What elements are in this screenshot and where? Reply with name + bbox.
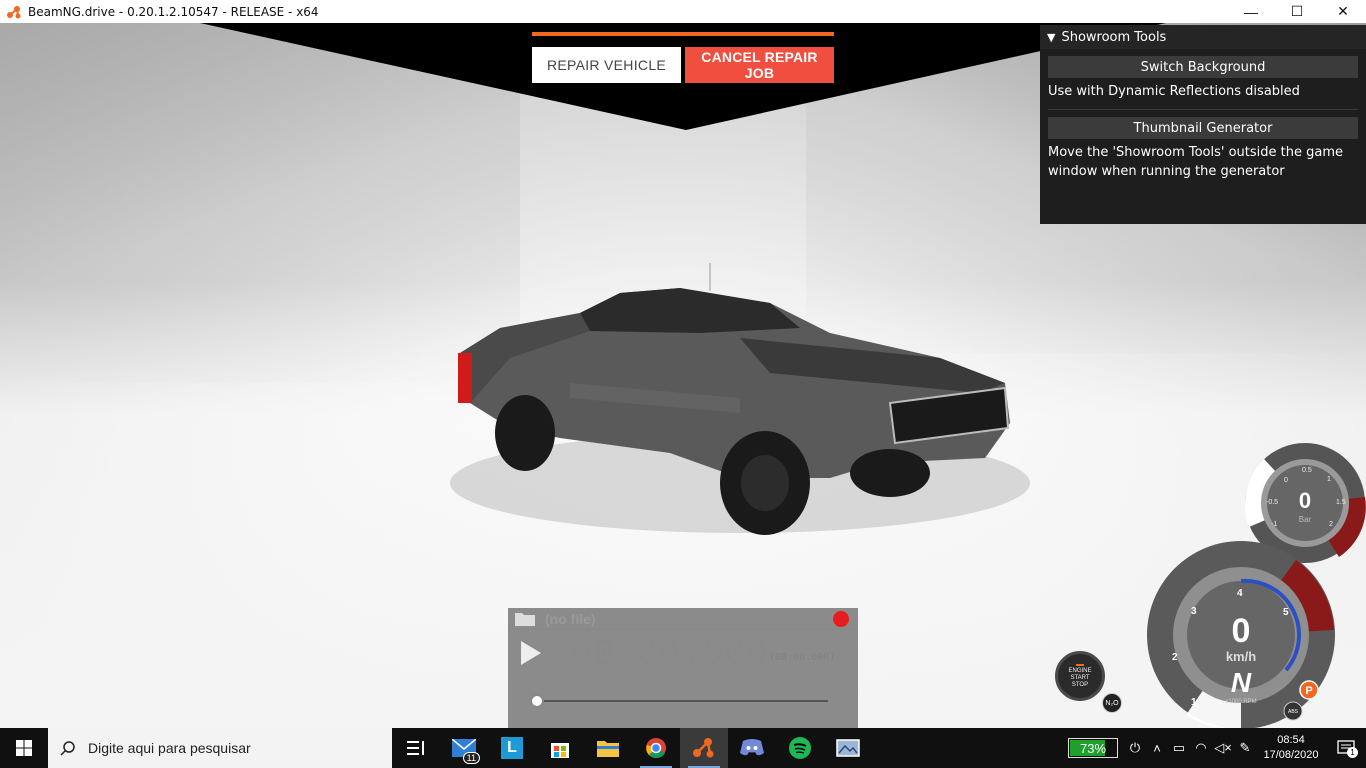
taskbar-chrome[interactable] [632,728,680,768]
taskbar-store[interactable] [536,728,584,768]
replay-seek-knob[interactable] [530,694,544,708]
boost-tick-05: 0.5 [1302,467,1312,474]
taskbar-launcher-l[interactable]: L [488,728,536,768]
taskbar-search-box[interactable]: Digite aqui para pesquisar [48,728,392,768]
showroom-tools-title: Showroom Tools [1061,29,1167,45]
power-plug-icon[interactable]: ⏻ [1124,740,1146,756]
speed-value: 0 [1232,612,1251,650]
showroom-tools-panel: ▼ Showroom Tools Switch Background Use w… [1040,25,1366,224]
taskbar-mail[interactable]: 11 [440,728,488,768]
abs-label: ABS [1288,709,1299,715]
windows-taskbar: Digite aqui para pesquisar 11 L 73% ⏻ ˄ [0,728,1366,768]
taskbar-spotify[interactable] [776,728,824,768]
replay-seek-track[interactable] [536,700,828,702]
stop-label: STOP [1071,681,1089,688]
rpm-tick-5: 5 [1283,607,1289,618]
clock[interactable]: 08:54 17/08/2020 [1256,733,1326,763]
taskbar-file-explorer[interactable] [584,728,632,768]
task-view-icon [407,741,424,755]
maximize-button[interactable]: ☐ [1274,0,1320,23]
boost-tick-0: 0 [1284,477,1288,484]
start-button[interactable] [0,728,48,768]
rpm-tick-3: 3 [1191,606,1197,617]
clock-time: 08:54 [1277,734,1305,746]
store-icon [551,743,569,758]
taskbar-discord[interactable] [728,728,776,768]
beamng-logo-icon [7,5,21,18]
mail-badge: 11 [462,752,480,764]
folder-icon [597,741,619,757]
collapse-triangle-icon[interactable]: ▼ [1047,31,1055,44]
pen-icon[interactable]: ✎ [1234,740,1256,756]
replay-time: 00:00.000 [572,632,769,671]
showroom-tools-header[interactable]: ▼ Showroom Tools [1040,25,1366,49]
clock-date: 17/08/2020 [1263,749,1319,761]
wifi-icon[interactable]: ◠ [1190,740,1212,756]
chrome-icon [646,738,666,759]
game-viewport[interactable]: REPAIR VEHICLE CANCEL REPAIR JOB ▼ Showr… [0,23,1366,728]
nitrous-label: N₂O [1105,699,1119,707]
engine-indicator [1076,663,1084,666]
vehicle-car[interactable] [440,263,1040,553]
engine-start-stop-button[interactable]: ENGINE START STOP [1055,651,1105,701]
replay-panel: (no file) 00:00.000 (00:00.000) [508,608,858,728]
boost-tick-15: 1.5 [1336,499,1346,506]
rpm-label: x1000 RPM [1225,699,1256,705]
rpm-tick-2: 2 [1172,652,1178,663]
switch-background-button[interactable]: Switch Background [1048,56,1358,78]
spotify-icon [789,737,811,759]
volume-muted-icon[interactable]: ◁× [1212,740,1234,756]
nitrous-icon: N₂O [1102,693,1122,713]
gear-indicator: N [1231,667,1252,698]
boost-tick-1: 1 [1327,476,1331,483]
divider [1048,109,1358,110]
turn-right-icon: ⇨ [1267,721,1279,728]
search-icon [60,741,75,756]
replay-time-total: (00:00.000) [769,652,836,663]
rpm-tick-4: 4 [1237,588,1243,599]
record-button[interactable] [833,611,849,627]
photos-icon [836,739,860,757]
speed-unit: km/h [1226,649,1256,664]
notification-center-icon[interactable]: 1 [1326,740,1366,758]
discord-icon [740,739,764,756]
repair-accent-bar [532,32,834,36]
minimize-button[interactable]: — [1228,0,1274,23]
boost-value: 0 [1299,488,1311,513]
battery-percent: 73% [1079,740,1107,756]
system-tray: 73% ⏻ ˄ ▭ ◠ ◁× ✎ 08:54 17/08/2020 1 [1068,728,1366,768]
engine-label: ENGINE [1068,667,1092,674]
switch-background-note: Use with Dynamic Reflections disabled [1048,84,1300,99]
boost-tick-m1: -1 [1271,521,1277,528]
notification-count: 1 [1347,747,1358,758]
boost-unit: Bar [1299,515,1312,524]
battery-indicator[interactable]: 73% [1068,738,1118,758]
replay-file-name: (no file) [545,610,596,627]
close-button[interactable]: ✕ [1320,0,1366,23]
l-app-icon: L [501,737,523,759]
thumbnail-generator-note: Move the 'Showroom Tools' outside the ga… [1048,145,1344,179]
search-placeholder: Digite aqui para pesquisar [88,740,251,756]
start-label: START [1070,674,1090,681]
taskbar-photos[interactable] [824,728,872,768]
battery-icon[interactable]: ▭ [1168,740,1190,756]
beamng-icon [693,738,714,758]
window-title: BeamNG.drive - 0.20.1.2.10547 - RELEASE … [28,4,319,19]
taskbar-beamng[interactable] [680,728,728,768]
boost-tick-m05: -0.5 [1266,499,1278,506]
thumbnail-generator-button[interactable]: Thumbnail Generator [1048,117,1358,139]
task-view-button[interactable] [392,728,440,768]
windows-logo-icon [16,740,32,756]
folder-icon[interactable] [515,611,535,626]
chevron-up-icon[interactable]: ˄ [1146,741,1168,756]
speedometer-gauge: 1 2 3 4 5 0 km/h N x1000 RPM P ABS ⇦ ⇨ [1147,541,1335,728]
cancel-repair-job-button[interactable]: CANCEL REPAIR JOB [685,47,834,83]
boost-tick-2: 2 [1329,521,1333,528]
window-title-bar: BeamNG.drive - 0.20.1.2.10547 - RELEASE … [0,0,1366,23]
parking-brake-label: P [1305,685,1312,697]
play-icon[interactable] [521,641,541,665]
rpm-tick-1: 1 [1191,697,1197,708]
repair-vehicle-button[interactable]: REPAIR VEHICLE [532,47,681,83]
